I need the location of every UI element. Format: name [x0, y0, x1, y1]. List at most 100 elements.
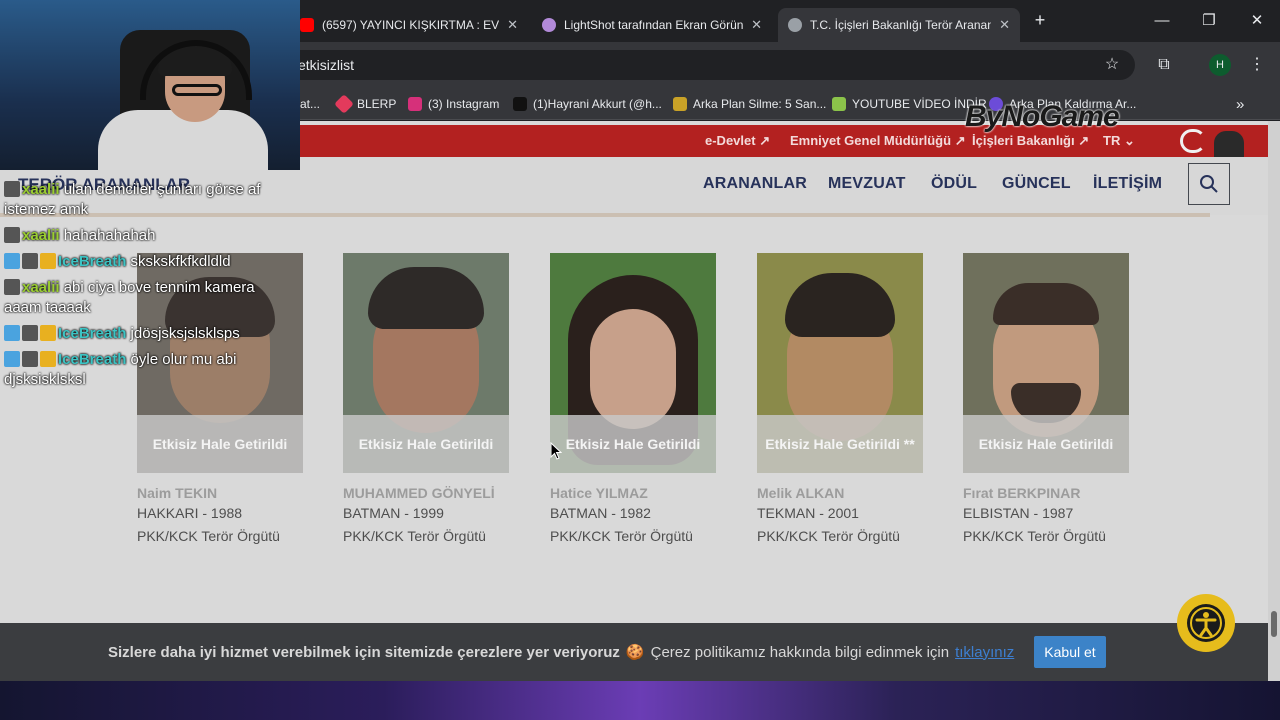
extensions-icon[interactable]: ⧉ [1153, 54, 1175, 76]
tab-youtube[interactable]: (6597) YAYINCI KIŞKIRTMA : EVE D ✕ [290, 8, 528, 42]
page-scrollbar[interactable] [1268, 121, 1280, 681]
cookie-icon: 🍪 [625, 644, 645, 661]
status-overlay: Etkisiz Hale Getirildi [550, 415, 716, 473]
chat-username: IceBreath [58, 253, 127, 270]
tab-title: (6597) YAYINCI KIŞKIRTMA : EVE D [322, 18, 500, 32]
menu-icon[interactable]: ⋮ [1246, 54, 1268, 76]
chat-username: IceBreath [58, 351, 127, 368]
person-name: Hatice YILMAZ [550, 485, 648, 501]
bookmark-item[interactable]: (1)Hayrani Akkurt (@h... [513, 95, 662, 113]
mouse-cursor-icon [550, 442, 562, 460]
tab-title: LightShot tarafından Ekran Görünt [564, 18, 744, 32]
nav-iletisim[interactable]: İLETİŞİM [1093, 175, 1162, 193]
cookie-policy-link[interactable]: tıklayınız [955, 644, 1014, 661]
nav-aranananlar[interactable]: ARANANLAR [703, 175, 807, 193]
youtube-icon [300, 18, 314, 32]
restore-button[interactable]: ❐ [1197, 10, 1221, 32]
bookmark-item[interactable]: Arka Plan Silme: 5 San... [673, 95, 826, 113]
person-photo: Etkisiz Hale Getirildi [963, 253, 1129, 473]
accessibility-button[interactable] [1177, 594, 1235, 652]
person-name: Fırat BERKPINAR [963, 485, 1081, 501]
globe-icon [788, 18, 802, 32]
cookie-policy-text: Çerez politikamız hakkında bilgi edinmek… [650, 643, 950, 661]
bookmark-label: at... [300, 97, 321, 111]
nav-mevzuat[interactable]: MEVZUAT [828, 175, 906, 193]
bookmark-item[interactable]: BLERP [334, 94, 396, 114]
chat-username: xaalii [22, 227, 60, 244]
chat-text: öyle olur mu abi [130, 351, 237, 368]
close-window-button[interactable]: ✕ [1245, 10, 1269, 32]
flag-emblem-icon [1180, 129, 1206, 153]
chat-message: xaalii ulan demciler şunları görse af ist… [4, 180, 260, 220]
person-org: PKK/KCK Terör Örgütü [757, 528, 900, 544]
person-name: MUHAMMED GÖNYELİ [343, 485, 495, 501]
chat-text-cont: djsksisklsksl [4, 371, 86, 388]
webcam-overlay [0, 0, 300, 170]
more-bookmarks-icon[interactable]: » [1236, 95, 1244, 113]
edevlet-link[interactable]: e-Devlet ↗ [705, 133, 770, 149]
person-name: Naim TEKIN [137, 485, 218, 501]
chevron-down-icon: ⌄ [1123, 133, 1135, 148]
chat-text: abi ciya bove tennim kamera [63, 279, 255, 296]
tab-lightshot[interactable]: LightShot tarafından Ekran Görünt ✕ [532, 8, 772, 42]
sub-badge-icon [40, 351, 56, 367]
nav-guncel[interactable]: GÜNCEL [1002, 175, 1071, 193]
accept-cookies-button[interactable]: Kabul et [1034, 636, 1106, 668]
language-select[interactable]: TR ⌄ [1103, 133, 1135, 149]
status-overlay: Etkisiz Hale Getirildi ** [757, 415, 923, 473]
chat-text: ulan demciler şunları görse af [63, 181, 261, 198]
address-bar[interactable]: etkisizlist [280, 50, 1135, 80]
close-icon[interactable]: ✕ [507, 17, 518, 33]
hair-shape [368, 267, 484, 329]
chat-message: xaalii abi ciya bove tennim kamera aaam t… [4, 278, 255, 318]
bookmark-item[interactable]: YOUTUBE VİDEO İNDİR [832, 95, 987, 113]
chat-username: IceBreath [58, 325, 127, 342]
minimize-button[interactable]: — [1150, 10, 1174, 32]
person-photo: Etkisiz Hale Getirildi [343, 253, 509, 473]
new-tab-button[interactable]: + [1030, 10, 1050, 30]
tiktok-icon [513, 97, 527, 111]
person-place: ELBISTAN - 1987 [963, 505, 1074, 521]
icisleri-link[interactable]: İçişleri Bakanlığı ↗ [972, 133, 1089, 149]
chat-text-cont: aaam taaaak [4, 299, 91, 316]
bookmark-label: Arka Plan Silme: 5 San... [693, 97, 827, 111]
bookmark-item[interactable]: (3) Instagram [408, 95, 499, 113]
scrollbar-thumb[interactable] [1271, 611, 1277, 637]
blerp-icon [334, 94, 354, 114]
egm-link[interactable]: Emniyet Genel Müdürlüğü ↗ [790, 133, 966, 149]
user-badge-icon [4, 227, 20, 243]
user-badge-icon [4, 181, 20, 197]
nav-odul[interactable]: ÖDÜL [931, 175, 977, 193]
download-arrow-icon [832, 97, 846, 111]
bynogame-watermark: ByNoGame [965, 100, 1120, 133]
person-place: BATMAN - 1999 [343, 505, 444, 521]
status-overlay: Etkisiz Hale Getirildi [963, 415, 1129, 473]
hair-shape [993, 283, 1099, 325]
close-icon[interactable]: ✕ [999, 17, 1010, 33]
chat-username: xaalii [22, 279, 60, 296]
glasses-shape [172, 84, 222, 96]
status-overlay: Etkisiz Hale Getirildi [343, 415, 509, 473]
chat-message: IceBreath jdösjsksjslsklsps [4, 324, 240, 344]
sword-badge-icon [4, 351, 20, 367]
chat-text: sksksk​fkfkdldld [130, 253, 231, 270]
bookmark-item[interactable]: at... [300, 95, 320, 113]
search-button[interactable] [1188, 163, 1230, 205]
link-label: İçişleri Bakanlığı [972, 133, 1075, 148]
person-org: PKK/KCK Terör Örgütü [550, 528, 693, 544]
link-label: Emniyet Genel Müdürlüğü [790, 133, 952, 148]
search-icon [1200, 175, 1218, 193]
chat-message: IceBreath öyle olur mu abi djsksisklsksl [4, 350, 236, 390]
person-name: Melik ALKAN [757, 485, 845, 501]
sub-badge-icon [40, 325, 56, 341]
close-icon[interactable]: ✕ [751, 17, 762, 33]
feather-icon [542, 18, 556, 32]
link-label: e-Devlet [705, 133, 756, 148]
bookmark-star-icon[interactable]: ☆ [1101, 54, 1123, 76]
sword-badge-icon [4, 325, 20, 341]
tab-teror-arananlar[interactable]: T.C. İçişleri Bakanlığı Terör Arananl ✕ [778, 8, 1020, 42]
instagram-icon [408, 97, 422, 111]
profile-avatar[interactable]: H [1209, 54, 1231, 76]
external-link-icon: ↗ [759, 133, 771, 148]
cookie-banner: Sizlere daha iyi hizmet verebilmek için … [0, 623, 1268, 681]
